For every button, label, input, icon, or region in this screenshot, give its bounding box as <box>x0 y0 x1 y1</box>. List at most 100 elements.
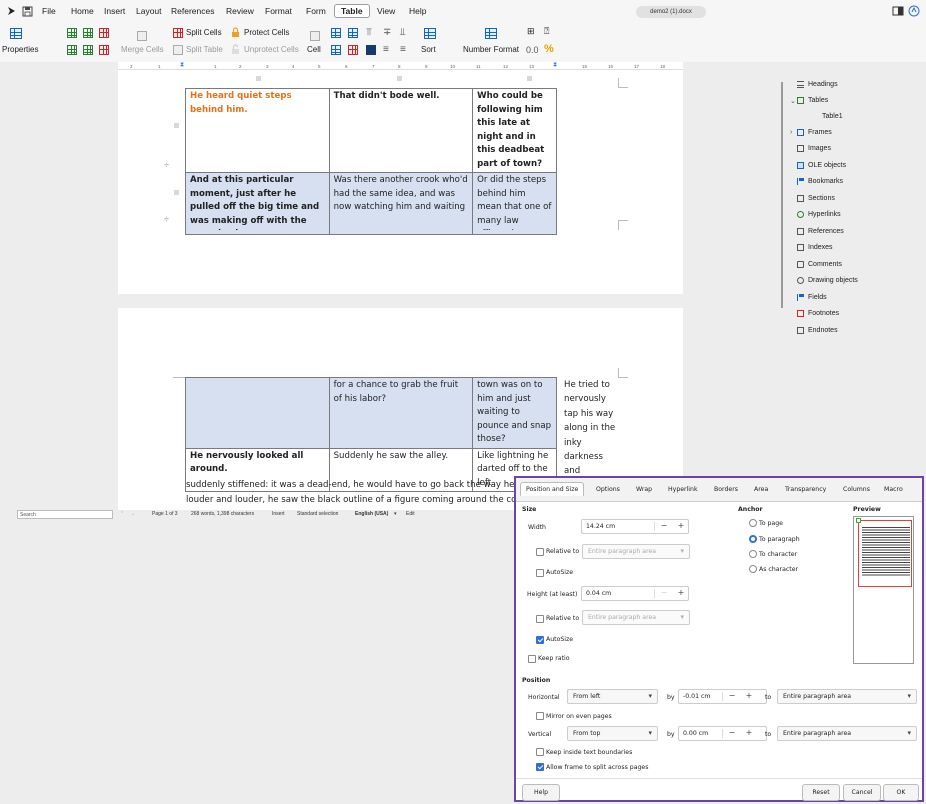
table-properties-icon[interactable] <box>10 28 22 39</box>
cell-button[interactable]: Cell <box>307 45 321 54</box>
width-relative-checkbox[interactable] <box>536 548 544 556</box>
tab-position-and-size[interactable]: Position and Size <box>520 482 585 496</box>
height-relative-dropdown[interactable]: Entire paragraph area <box>582 610 690 625</box>
menu-view[interactable]: View <box>377 6 395 16</box>
search-input[interactable]: Search <box>17 510 113 519</box>
language-chevron-icon[interactable]: ▾ <box>394 511 397 517</box>
table-cell[interactable]: That didn't bode well. <box>328 88 474 173</box>
menu-form[interactable]: Form <box>306 6 326 16</box>
help-button[interactable]: Help <box>522 784 560 801</box>
table-1[interactable]: He heard quiet steps behind him. That di… <box>185 88 557 235</box>
height-relative-checkbox[interactable] <box>536 615 544 623</box>
ok-button[interactable]: OK <box>883 784 919 801</box>
allow-split-checkbox[interactable] <box>536 763 544 771</box>
menu-table[interactable]: Table <box>334 4 370 18</box>
horizontal-to-dropdown[interactable]: Entire paragraph area <box>777 689 917 704</box>
anchor-to-page-radio[interactable] <box>749 519 757 527</box>
menu-home[interactable]: Home <box>71 6 94 16</box>
row-handle[interactable] <box>174 123 179 128</box>
split-cells-button[interactable]: Split Cells <box>186 28 222 37</box>
app-logo-icon[interactable] <box>7 6 17 16</box>
column-handle[interactable] <box>527 76 532 81</box>
anchor-to-character-radio[interactable] <box>749 550 757 558</box>
sidebar-toggle-icon[interactable] <box>892 5 904 17</box>
anchor-as-character-radio[interactable] <box>749 565 757 573</box>
number-format-icon[interactable] <box>485 28 497 39</box>
split-table-button[interactable]: Split Table <box>186 45 223 54</box>
word-count[interactable]: 268 words, 1,398 characters <box>191 511 254 517</box>
tab-options[interactable]: Options <box>596 486 620 493</box>
table-cell[interactable] <box>185 377 330 449</box>
chevron-down-icon[interactable]: ⌄ <box>790 97 796 105</box>
horizontal-dropdown[interactable]: From left <box>567 689 658 704</box>
menu-review[interactable]: Review <box>226 6 254 16</box>
column-handle[interactable] <box>397 76 402 81</box>
column-handle[interactable] <box>256 76 261 81</box>
menu-help[interactable]: Help <box>409 6 426 16</box>
nav-item-images[interactable]: Images <box>797 145 831 152</box>
nav-item-sections[interactable]: Sections <box>797 195 835 202</box>
horizontal-decrement-button[interactable]: − <box>725 689 739 704</box>
split-table-icon[interactable] <box>173 45 183 55</box>
sort-button[interactable]: Sort <box>421 45 436 54</box>
vertical-to-dropdown[interactable]: Entire paragraph area <box>777 726 917 741</box>
row-handle[interactable] <box>174 190 179 195</box>
tab-wrap[interactable]: Wrap <box>636 486 652 493</box>
select-table-icon[interactable] <box>366 45 376 55</box>
chevron-right-icon[interactable]: › <box>790 129 792 136</box>
delete-table-icon[interactable] <box>348 45 358 55</box>
horizontal-increment-button[interactable]: + <box>742 689 756 704</box>
caption-icon[interactable]: ⊞ <box>527 26 535 37</box>
unprotect-cells-button[interactable]: Unprotect Cells <box>244 45 299 54</box>
number-format-decimal-button[interactable]: 0.0 <box>526 45 539 55</box>
menu-insert[interactable]: Insert <box>104 6 125 16</box>
height-decrement-button[interactable]: − <box>657 586 671 601</box>
tab-borders[interactable]: Borders <box>714 486 738 493</box>
number-format-button[interactable]: Number Format <box>463 45 519 54</box>
nav-item-ole[interactable]: OLE objects <box>797 162 846 169</box>
menu-layout[interactable]: Layout <box>136 6 162 16</box>
width-field[interactable]: 14.24 cm <box>581 519 689 534</box>
optimal-row-height-icon[interactable] <box>331 28 341 38</box>
nav-item-headings[interactable]: Headings <box>797 81 838 88</box>
percent-format-button[interactable]: % <box>544 43 554 55</box>
anchor-to-paragraph-radio[interactable] <box>749 535 757 543</box>
nav-item-comments[interactable]: Comments <box>797 261 842 268</box>
language-selector[interactable]: English (USA) <box>355 511 388 517</box>
cancel-button[interactable]: Cancel <box>843 784 881 801</box>
distribute-columns-icon[interactable] <box>348 28 358 38</box>
indent-marker-icon[interactable]: ⧗ <box>180 62 184 69</box>
nav-item-hyperlinks[interactable]: Hyperlinks <box>797 211 841 218</box>
table-cell[interactable]: Or did the steps behind him mean that on… <box>472 172 557 235</box>
height-field[interactable]: 0.04 cm <box>581 586 689 601</box>
center-vertical-icon[interactable]: ∓ <box>383 27 391 38</box>
tab-columns[interactable]: Columns <box>843 486 870 493</box>
text-frame[interactable]: He tried to nervously tap his way along … <box>564 378 624 479</box>
table-cell[interactable]: Was there another crook who'd had the sa… <box>328 172 474 235</box>
height-autosize-checkbox[interactable] <box>536 636 544 644</box>
align-bottom-icon[interactable]: ⫫ <box>400 27 406 38</box>
nav-item-footnotes[interactable]: Footnotes <box>797 310 839 317</box>
paragraph-line[interactable]: louder and louder, he saw the black outl… <box>186 493 516 508</box>
horizontal-ruler[interactable]: 2 1 ⧗ 1 2 3 4 5 6 7 8 9 10 11 12 13 ⧗ 15… <box>118 62 683 70</box>
insert-row-icon[interactable]: ÷ <box>164 160 169 170</box>
align-top-icon[interactable]: ⫪ <box>366 27 372 38</box>
width-increment-button[interactable]: + <box>674 519 688 534</box>
nav-item-fields[interactable]: Fields <box>797 294 827 301</box>
insert-row-above-icon[interactable] <box>67 28 77 38</box>
merge-cells-button[interactable]: Merge Cells <box>121 45 164 54</box>
insert-table-icon[interactable] <box>331 45 341 55</box>
nav-item-indexes[interactable]: Indexes <box>797 244 833 251</box>
edit-mode[interactable]: Edit <box>406 511 415 517</box>
page-count[interactable]: Page 1 of 3 <box>152 511 178 517</box>
keep-ratio-checkbox[interactable] <box>528 655 536 663</box>
mirror-checkbox[interactable] <box>536 712 544 720</box>
table-cell[interactable]: Who could be following him this late at … <box>472 88 557 173</box>
width-autosize-checkbox[interactable] <box>536 569 544 577</box>
reset-button[interactable]: Reset <box>802 784 840 801</box>
properties-button[interactable]: Properties <box>2 45 38 54</box>
delete-rows-icon[interactable] <box>99 28 109 38</box>
split-cells-icon[interactable] <box>173 28 183 38</box>
accessibility-icon[interactable] <box>908 5 920 17</box>
nav-item-bookmarks[interactable]: Bookmarks <box>797 178 843 185</box>
